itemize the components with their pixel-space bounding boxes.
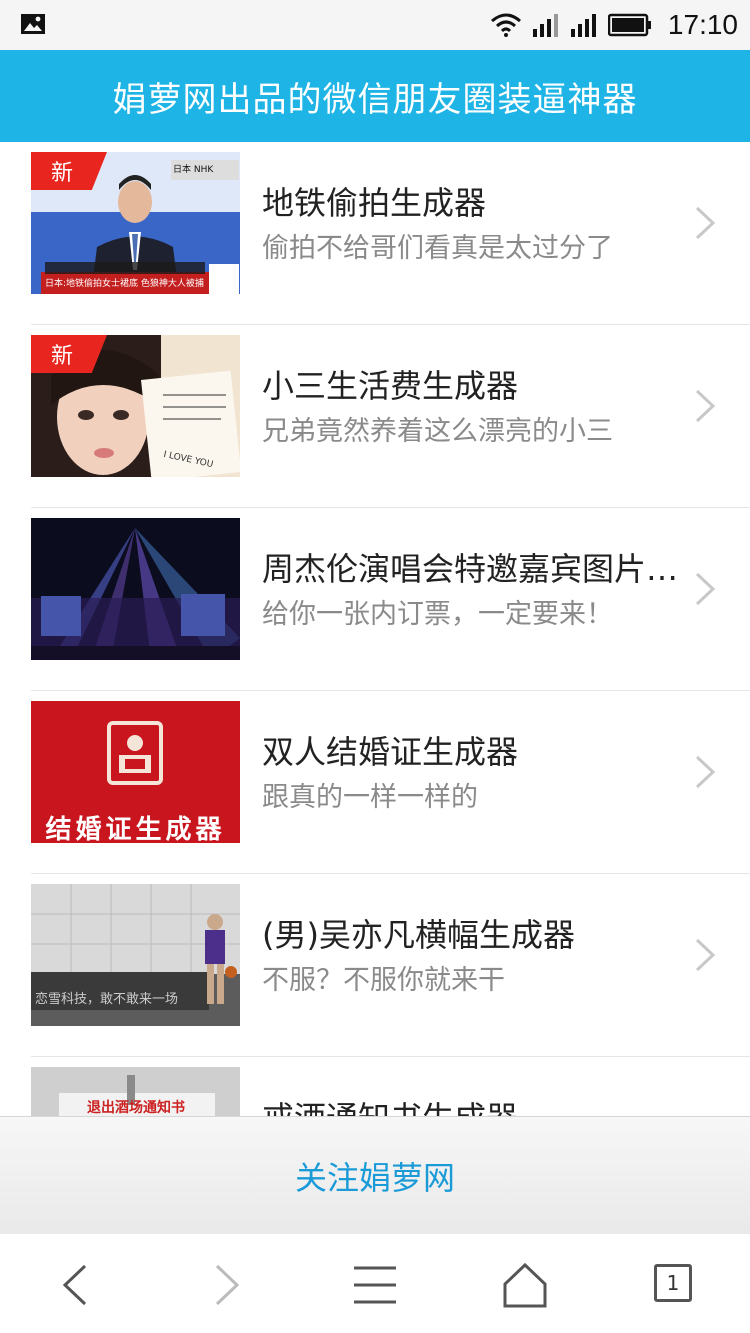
page-title: 娟萝网出品的微信朋友圈装逼神器	[0, 50, 750, 142]
thumbnail-concert	[31, 518, 240, 660]
thumb-caption-bottom: 日本:地铁偷拍女士裙底 色狼神大人被捕	[45, 279, 204, 289]
item-title: 小三生活费生成器	[262, 367, 519, 405]
chevron-right-icon	[695, 938, 716, 972]
menu-icon[interactable]	[350, 1262, 400, 1308]
item-title: 戒酒通知书生成器	[262, 1093, 692, 1117]
battery-icon	[607, 13, 651, 37]
list-item[interactable]: I LOVE YOU 新 小三生活费生成器 兄弟竟然养着这么漂亮的小三	[31, 325, 750, 508]
back-icon[interactable]	[55, 1262, 105, 1308]
item-title: (男)吴亦凡横幅生成器	[262, 916, 575, 954]
list-item[interactable]: 日本 NHK 日本:地铁偷拍女士裙底 色狼神大人被捕 新 地铁偷拍生成器 偷拍不…	[31, 142, 750, 325]
chevron-right-icon	[695, 755, 716, 789]
thumb-label: 结婚证生成器	[45, 815, 226, 843]
thumbnail-marriage-certificate: 结婚证生成器	[31, 701, 240, 843]
forward-icon[interactable]	[203, 1262, 253, 1308]
image-icon	[21, 14, 45, 34]
thumbnail-news: 日本 NHK 日本:地铁偷拍女士裙底 色狼神大人被捕 新	[31, 152, 240, 294]
wifi-icon	[490, 13, 521, 37]
list-item[interactable]: 恋雪科技，敢不敢来一场 (男)吴亦凡横幅生成器 不服？不服你就来干	[31, 874, 750, 1057]
list-item[interactable]: 结婚证生成器 双人结婚证生成器 跟真的一样一样的	[31, 691, 750, 874]
home-icon[interactable]	[500, 1262, 550, 1308]
thumb-caption-top: 日本 NHK	[173, 165, 214, 175]
chevron-right-icon	[695, 206, 716, 240]
tabs-button[interactable]: 1	[654, 1264, 692, 1302]
item-subtitle: 给你一张内订票，一定要来！	[262, 599, 613, 630]
item-subtitle: 跟真的一样一样的	[262, 782, 478, 813]
chevron-right-icon	[695, 389, 716, 423]
thumbnail-notice: 退出酒场通知书	[31, 1067, 240, 1117]
thumb-banner-text: 恋雪科技，敢不敢来一场	[35, 992, 179, 1007]
signal-icon	[570, 14, 596, 37]
thumbnail-banner: 恋雪科技，敢不敢来一场	[31, 884, 240, 1026]
item-subtitle: 兄弟竟然养着这么漂亮的小三	[262, 416, 613, 447]
thumbnail-portrait: I LOVE YOU 新	[31, 335, 240, 477]
item-subtitle: 不服？不服你就来干	[262, 965, 505, 996]
thumb-label: 退出酒场通知书	[87, 1100, 185, 1116]
item-title: 双人结婚证生成器	[262, 733, 519, 771]
signal-icon	[532, 14, 558, 37]
item-title: 周杰伦演唱会特邀嘉宾图片生成器	[262, 550, 692, 588]
item-title: 地铁偷拍生成器	[262, 184, 487, 222]
browser-nav-bar: 1	[0, 1234, 750, 1333]
list-item[interactable]: 周杰伦演唱会特邀嘉宾图片生成器 给你一张内订票，一定要来！	[31, 508, 750, 691]
list-item[interactable]: 退出酒场通知书 戒酒通知书生成器	[31, 1057, 750, 1117]
chevron-right-icon	[695, 572, 716, 606]
status-bar: 17:10	[0, 0, 750, 50]
status-time: 17:10	[667, 9, 738, 40]
item-subtitle: 偷拍不给哥们看真是太过分了	[262, 233, 613, 264]
follow-button[interactable]: 关注娟萝网	[0, 1116, 750, 1235]
generator-list: 日本 NHK 日本:地铁偷拍女士裙底 色狼神大人被捕 新 地铁偷拍生成器 偷拍不…	[0, 142, 750, 1117]
